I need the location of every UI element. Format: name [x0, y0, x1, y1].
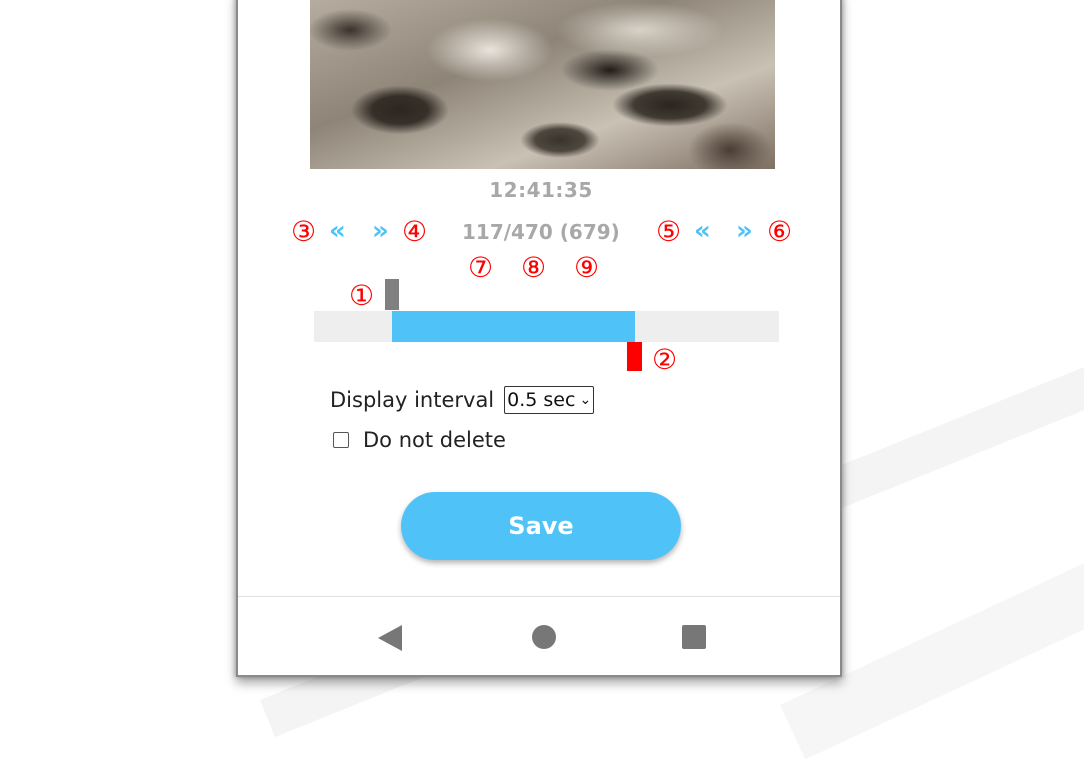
- back-icon[interactable]: [378, 625, 402, 651]
- annotation-marker-9: ⑨: [574, 251, 600, 284]
- end-forward-button[interactable]: »: [736, 218, 753, 244]
- annotation-marker-1: ①: [349, 279, 375, 312]
- frame-timestamp: 12:41:35: [489, 178, 593, 202]
- range-slider-selection: [392, 311, 635, 342]
- display-interval-label: Display interval: [330, 388, 495, 412]
- annotation-marker-6: ⑥: [767, 215, 793, 248]
- home-icon[interactable]: [532, 625, 556, 649]
- frame-counter: 117/470 (679): [462, 220, 620, 244]
- do-not-delete-label: Do not delete: [363, 428, 506, 452]
- save-button[interactable]: Save: [401, 492, 681, 560]
- do-not-delete-checkbox[interactable]: [333, 432, 349, 448]
- display-interval-row: Display interval 0.5 sec ⌄: [330, 386, 595, 414]
- range-start-handle[interactable]: [385, 279, 399, 310]
- annotation-marker-8: ⑧: [521, 251, 547, 284]
- annotation-marker-2: ②: [652, 343, 678, 376]
- preview-image: [310, 0, 775, 169]
- annotation-marker-4: ④: [402, 215, 428, 248]
- phone-frame: 12:41:35 ③ « » ④ 117/470 (679) ⑤ « » ⑥ ⑦…: [236, 0, 842, 677]
- system-navigation-bar: [238, 596, 840, 675]
- annotation-marker-3: ③: [291, 215, 317, 248]
- display-interval-value: 0.5 sec: [507, 389, 576, 411]
- annotation-marker-5: ⑤: [656, 215, 682, 248]
- start-rewind-button[interactable]: «: [329, 218, 346, 244]
- annotation-marker-7: ⑦: [468, 251, 494, 284]
- chevron-down-icon: ⌄: [579, 392, 592, 408]
- do-not-delete-row: Do not delete: [333, 428, 506, 452]
- range-end-handle[interactable]: [627, 342, 642, 371]
- end-rewind-button[interactable]: «: [694, 218, 711, 244]
- range-slider-track[interactable]: [314, 311, 779, 342]
- display-interval-select[interactable]: 0.5 sec ⌄: [504, 386, 595, 414]
- start-forward-button[interactable]: »: [372, 218, 389, 244]
- recents-icon[interactable]: [682, 625, 706, 649]
